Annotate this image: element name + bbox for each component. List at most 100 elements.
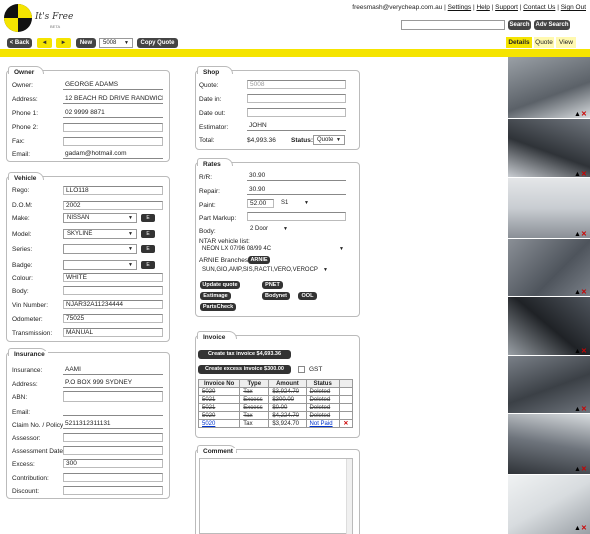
delete-icon[interactable]: ✕ <box>581 171 587 178</box>
link-settings[interactable]: Settings <box>448 4 472 11</box>
invoice-header-row: Invoice No Type Amount Status <box>197 379 354 388</box>
branches-select[interactable]: SUN,GIO,AMP,SIS,RACTI,VERO,VEROCP <box>199 266 331 276</box>
transmission-field[interactable]: MANUAL <box>63 328 163 337</box>
rr-field[interactable]: 30.90 <box>247 172 346 181</box>
dom-field[interactable]: 2002 <box>63 201 163 210</box>
ins-address-field[interactable]: P.O BOX 999 SYDNEY <box>63 379 163 388</box>
fax-field[interactable] <box>63 137 163 146</box>
abn-field[interactable] <box>63 391 163 402</box>
move-up-icon[interactable]: ▲ <box>574 525 581 532</box>
assessment-date-field[interactable] <box>63 446 163 455</box>
create-tax-invoice-button[interactable]: Create tax invoice $4,693.36 <box>198 350 291 359</box>
body-rate-select[interactable]: 2 Door <box>247 225 291 235</box>
delete-icon[interactable]: ✕ <box>343 421 348 427</box>
pnet-button[interactable]: PNET <box>262 281 283 289</box>
photo-2[interactable] <box>508 119 590 177</box>
ool-button[interactable]: OOL <box>298 292 317 300</box>
link-contact[interactable]: Contact Us <box>523 4 555 11</box>
assessor-field[interactable] <box>63 433 163 442</box>
estimage-button[interactable]: Estimage <box>200 292 231 300</box>
move-up-icon[interactable]: ▲ <box>574 406 581 413</box>
search-input[interactable] <box>401 20 505 30</box>
delete-icon[interactable]: ✕ <box>581 466 587 473</box>
insurance-field[interactable]: AAMI <box>63 366 163 375</box>
discount-field[interactable] <box>63 486 163 495</box>
paint-field[interactable]: 52.00 <box>247 199 274 208</box>
photo-controls: ▲✕ <box>574 347 587 355</box>
part-markup-field[interactable] <box>247 212 346 221</box>
contribution-field[interactable] <box>63 473 163 482</box>
tab-view[interactable]: View <box>556 37 576 48</box>
update-quote-button[interactable]: Update quote <box>200 281 240 289</box>
cell-amount: $4,224.70 <box>268 411 307 420</box>
invoice-link[interactable]: 5020 <box>202 421 215 427</box>
arnie-button[interactable]: ARNIE <box>248 256 270 264</box>
ins-email-field[interactable] <box>63 407 163 416</box>
tab-details[interactable]: Details <box>506 37 532 48</box>
phone2-field[interactable] <box>63 123 163 132</box>
move-up-icon[interactable]: ▲ <box>574 231 581 238</box>
gst-checkbox[interactable] <box>298 366 305 373</box>
comment-textarea[interactable] <box>199 458 353 534</box>
badge-e-button[interactable]: E <box>141 261 155 269</box>
make-e-button[interactable]: E <box>141 214 155 222</box>
tab-quote[interactable]: Quote <box>534 37 554 48</box>
excess-field[interactable]: 300 <box>63 459 163 468</box>
series-e-button[interactable]: E <box>141 245 155 253</box>
vin-field[interactable]: NJAR32A11234444 <box>63 300 163 309</box>
phone1-field[interactable]: 02 9999 8871 <box>63 109 163 118</box>
shop-title: Shop <box>200 69 223 76</box>
delete-icon[interactable]: ✕ <box>581 348 587 355</box>
delete-icon[interactable]: ✕ <box>581 406 587 413</box>
ntar-select[interactable]: NEON LX 07/96 08/99 4C <box>199 245 347 255</box>
prev-button[interactable]: ◄ <box>37 38 52 48</box>
delete-icon[interactable]: ✕ <box>581 525 587 532</box>
copy-quote-button[interactable]: Copy Quote <box>137 38 178 48</box>
delete-icon[interactable]: ✕ <box>581 111 587 118</box>
photo-1[interactable] <box>508 57 590 118</box>
estimator-field[interactable]: JOHN <box>247 122 346 131</box>
excess-label: Excess: <box>12 461 35 468</box>
badge-select[interactable] <box>63 260 137 270</box>
move-up-icon[interactable]: ▲ <box>574 466 581 473</box>
delete-icon[interactable]: ✕ <box>581 289 587 296</box>
search-button[interactable]: Search <box>508 20 531 30</box>
colour-field[interactable]: WHITE <box>63 273 163 282</box>
repair-field[interactable]: 30.90 <box>247 186 346 195</box>
partscheck-button[interactable]: PartsCheck <box>200 303 236 311</box>
back-button[interactable]: < Back <box>7 38 32 48</box>
move-up-icon[interactable]: ▲ <box>574 348 581 355</box>
series-select[interactable] <box>63 244 137 254</box>
record-select[interactable]: 5008 <box>99 38 133 48</box>
link-support[interactable]: Support <box>495 4 518 11</box>
owner-field[interactable]: GEORGE ADAMS <box>63 81 163 90</box>
link-signout[interactable]: Sign Out <box>561 4 586 11</box>
odometer-field[interactable]: 75025 <box>63 314 163 323</box>
claim-field[interactable]: 5211312311131 <box>63 420 163 429</box>
rego-field[interactable]: LLO118 <box>63 186 163 195</box>
comment-scrollbar[interactable] <box>346 459 352 534</box>
delete-icon[interactable]: ✕ <box>581 231 587 238</box>
bodynet-button[interactable]: Bodynet <box>262 292 290 300</box>
next-button[interactable]: ► <box>56 38 71 48</box>
model-e-button[interactable]: E <box>141 230 155 238</box>
address-field[interactable]: 12 BEACH RD DRIVE RANDWICK <box>63 95 163 104</box>
new-button[interactable]: New <box>76 38 96 48</box>
move-up-icon[interactable]: ▲ <box>574 289 581 296</box>
vehicle-title: Vehicle <box>11 175 40 182</box>
link-help[interactable]: Help <box>476 4 489 11</box>
date-in-field[interactable] <box>247 94 346 103</box>
body-field[interactable] <box>63 286 163 295</box>
photo-3[interactable] <box>508 178 590 238</box>
status-select[interactable]: Quote <box>313 135 345 145</box>
email-field[interactable]: gadam@hotmail.com <box>63 150 163 159</box>
create-excess-invoice-button[interactable]: Create excess invoice $300.00 <box>198 365 291 374</box>
adv-search-button[interactable]: Adv Search <box>534 20 570 30</box>
status-link[interactable]: Not Paid <box>310 421 333 427</box>
move-up-icon[interactable]: ▲ <box>574 111 581 118</box>
date-out-field[interactable] <box>247 108 346 117</box>
paint-code-select[interactable]: S1 <box>278 199 312 209</box>
move-up-icon[interactable]: ▲ <box>574 171 581 178</box>
model-select[interactable]: SKYLINE <box>63 229 137 239</box>
make-select[interactable]: NISSAN <box>63 213 137 223</box>
